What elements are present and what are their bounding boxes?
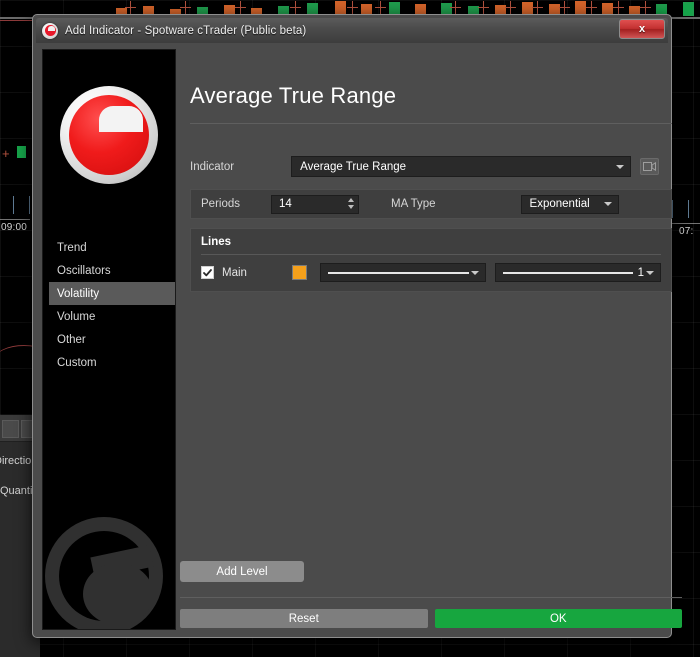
sidebar-item-label: Volatility: [57, 287, 100, 300]
indicator-select-value: Average True Range: [300, 160, 407, 173]
main-panel: Average True Range Indicator Average Tru…: [176, 43, 686, 636]
main-line-color-swatch[interactable]: [292, 265, 307, 280]
sidebar-item-label: Custom: [57, 356, 97, 369]
category-nav: Trend Oscillators Volatility Volume Othe…: [43, 236, 175, 374]
sidebar-item-trend[interactable]: Trend: [43, 236, 175, 259]
title-divider: [190, 123, 672, 124]
ma-type-label: MA Type: [391, 198, 436, 210]
chevron-down-icon: [603, 202, 612, 206]
dialog-title: Add Indicator - Spotware cTrader (Public…: [65, 24, 307, 37]
sidebar-item-label: Volume: [57, 310, 96, 323]
line-row-main: Main 1: [201, 263, 661, 282]
sidebar-item-volume[interactable]: Volume: [43, 305, 175, 328]
sidebar-item-label: Trend: [57, 241, 87, 254]
chart-tick: [688, 200, 689, 218]
ma-type-select[interactable]: Exponential: [520, 194, 619, 214]
chevron-down-icon: [471, 270, 479, 275]
screen: + 09:00 07: Direction Quantity Add Indic…: [0, 0, 700, 657]
chart-candle-green: [683, 4, 692, 15]
parameters-panel: Periods 14 MA Type Exponential: [190, 189, 672, 219]
line-width-preview: [503, 271, 633, 274]
stepper-arrows[interactable]: [348, 197, 354, 209]
main-line-checkbox[interactable]: [201, 266, 214, 279]
periods-stepper[interactable]: 14: [271, 194, 359, 214]
dialog-footer: Reset OK: [180, 609, 682, 628]
sidebar-item-label: Other: [57, 333, 86, 346]
sidebar-item-volatility[interactable]: Volatility: [49, 282, 175, 305]
line-style-preview: [328, 271, 469, 274]
lines-section-title: Lines: [201, 236, 232, 248]
main-line-label: Main: [222, 266, 247, 279]
reset-button[interactable]: Reset: [180, 609, 428, 628]
chevron-down-icon: [616, 164, 625, 169]
stepper-up-icon[interactable]: [348, 197, 354, 202]
main-line-width-value: 1: [637, 266, 644, 279]
close-button[interactable]: x: [619, 19, 665, 39]
chart-time-label: 09:00: [1, 222, 28, 233]
footer-divider: [180, 597, 682, 598]
sidebar-item-custom[interactable]: Custom: [43, 351, 175, 374]
chart-tick: [29, 196, 30, 214]
parameters-row: Periods 14 MA Type Exponential: [191, 190, 671, 218]
chart-marker-plus: +: [2, 146, 10, 161]
periods-value: 14: [279, 198, 292, 210]
ok-button[interactable]: OK: [434, 609, 682, 628]
chevron-down-icon: [646, 270, 654, 275]
add-level-button[interactable]: Add Level: [180, 561, 304, 582]
ctrader-logo-icon: [42, 22, 58, 39]
order-panel-tool-icon[interactable]: [2, 420, 19, 438]
dialog-body: Trend Oscillators Volatility Volume Othe…: [36, 43, 682, 636]
stepper-down-icon[interactable]: [348, 204, 354, 209]
main-line-width-select[interactable]: 1: [495, 263, 661, 282]
indicator-label: Indicator: [190, 160, 235, 173]
page-title: Average True Range: [190, 83, 397, 108]
ma-type-value: Exponential: [529, 198, 590, 210]
sidebar-item-label: Oscillators: [57, 264, 111, 277]
periods-label: Periods: [201, 198, 240, 210]
lines-divider: [201, 254, 661, 255]
indicator-select[interactable]: Average True Range: [291, 156, 632, 177]
video-camera-icon[interactable]: [640, 158, 660, 175]
lines-panel: Lines Main 1: [190, 228, 672, 292]
indicator-row: Indicator Average True Range: [190, 156, 676, 177]
ctrader-logo-large-icon: [60, 86, 158, 184]
sidebar-item-oscillators[interactable]: Oscillators: [43, 259, 175, 282]
chart-candle-green: [17, 146, 26, 158]
chart-axis-line: [0, 219, 30, 220]
chart-tick: [13, 196, 14, 214]
main-line-style-select[interactable]: [320, 263, 486, 282]
sidebar: Trend Oscillators Volatility Volume Othe…: [42, 49, 176, 630]
sidebar-item-other[interactable]: Other: [43, 328, 175, 351]
add-indicator-dialog: Add Indicator - Spotware cTrader (Public…: [32, 14, 682, 638]
ctrader-watermark-icon: [43, 507, 171, 629]
dialog-titlebar[interactable]: Add Indicator - Spotware cTrader (Public…: [36, 18, 668, 43]
